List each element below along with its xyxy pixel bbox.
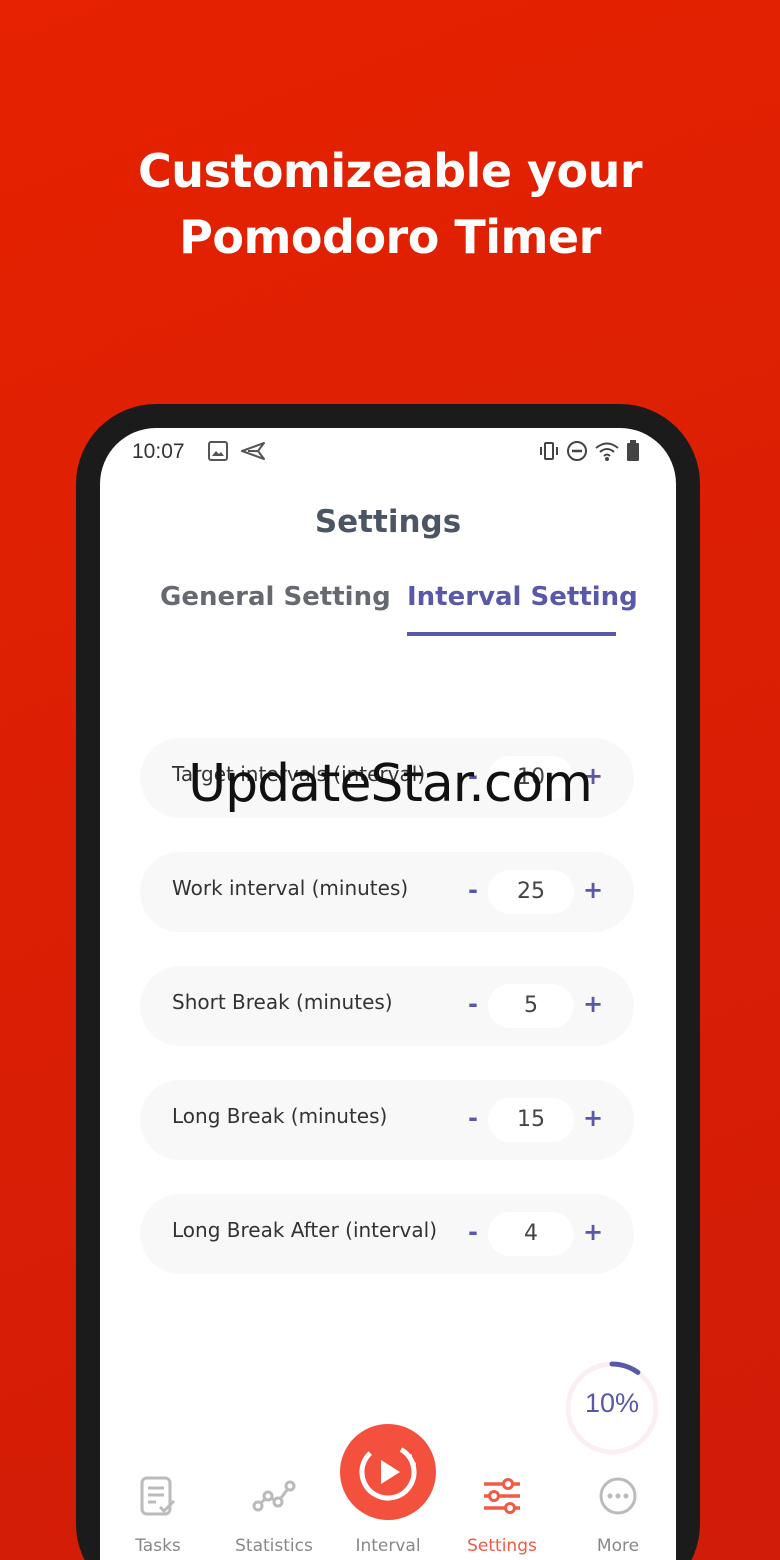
setting-value: 25: [488, 870, 574, 914]
wifi-icon: [595, 442, 619, 461]
increment-button[interactable]: +: [578, 870, 608, 910]
active-tab-indicator: [407, 632, 616, 636]
do-not-disturb-icon: [567, 441, 587, 461]
status-time: 10:07: [132, 440, 185, 463]
decrement-button[interactable]: -: [458, 870, 488, 910]
tab-general-setting[interactable]: General Setting: [160, 582, 391, 612]
nav-label: Tasks: [135, 1536, 181, 1556]
promo-headline: Customizeable your Pomodoro Timer: [0, 138, 780, 270]
nav-item-more[interactable]: More: [560, 1468, 676, 1560]
progress-indicator: 10%: [562, 1358, 662, 1458]
tab-interval-setting[interactable]: Interval Setting: [407, 582, 638, 612]
image-icon: [208, 441, 228, 461]
setting-row-long-break: Long Break (minutes) - 15 +: [140, 1080, 634, 1160]
setting-label: Long Break (minutes): [172, 1104, 388, 1128]
statistics-icon: [252, 1480, 296, 1512]
progress-label: 10%: [584, 1388, 640, 1418]
setting-value: 5: [488, 984, 574, 1028]
setting-label: Work interval (minutes): [172, 876, 409, 900]
increment-button[interactable]: +: [578, 984, 608, 1024]
nav-label: Statistics: [235, 1536, 313, 1556]
tasks-icon: [140, 1476, 176, 1516]
setting-row-long-break-after: Long Break After (interval) - 4 +: [140, 1194, 634, 1274]
sliders-icon: [484, 1478, 520, 1514]
setting-value: 4: [488, 1212, 574, 1256]
setting-label: Long Break After (interval): [172, 1218, 437, 1242]
increment-button[interactable]: +: [578, 1212, 608, 1252]
nav-item-settings[interactable]: Settings: [444, 1468, 560, 1560]
more-icon: [599, 1477, 637, 1515]
page-title: Settings: [314, 504, 462, 540]
nav-label: Interval: [355, 1536, 421, 1556]
watermark: UpdateStar.com: [188, 754, 593, 814]
battery-icon: [627, 440, 639, 461]
nav-item-statistics[interactable]: Statistics: [216, 1468, 332, 1560]
nav-label: Settings: [467, 1536, 537, 1556]
decrement-button[interactable]: -: [458, 984, 488, 1024]
decrement-button[interactable]: -: [458, 1212, 488, 1252]
phone-screen: 10:07 Settings General Setting Interval …: [100, 428, 676, 1560]
setting-label: Short Break (minutes): [172, 990, 393, 1014]
vibrate-icon: [540, 442, 558, 460]
setting-value: 15: [488, 1098, 574, 1142]
increment-button[interactable]: +: [578, 1098, 608, 1138]
decrement-button[interactable]: -: [458, 1098, 488, 1138]
status-bar: 10:07: [100, 428, 676, 474]
setting-row-short-break: Short Break (minutes) - 5 +: [140, 966, 634, 1046]
nav-item-tasks[interactable]: Tasks: [100, 1468, 216, 1560]
nav-item-interval[interactable]: Interval: [330, 1468, 446, 1560]
send-icon: [241, 442, 265, 460]
nav-label: More: [596, 1536, 640, 1556]
promo-line-2: Pomodoro Timer: [179, 210, 601, 264]
setting-row-work-interval: Work interval (minutes) - 25 +: [140, 852, 634, 932]
promo-line-1: Customizeable your: [137, 144, 643, 198]
